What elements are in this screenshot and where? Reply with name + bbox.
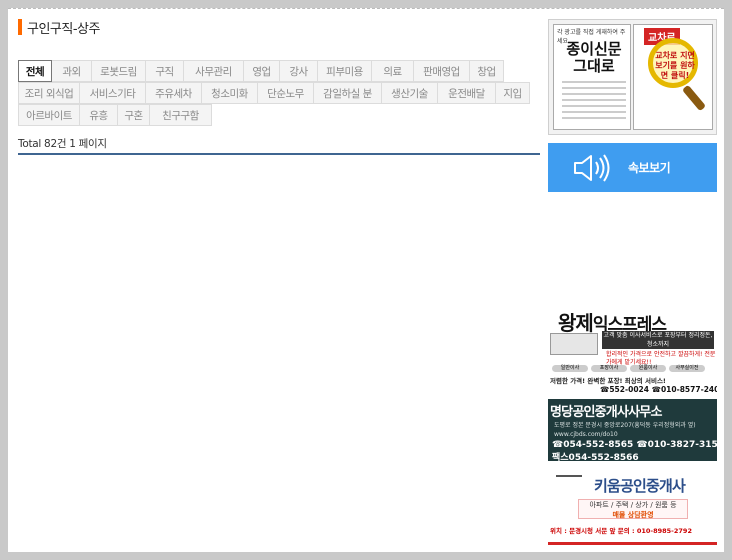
list-divider <box>18 153 540 155</box>
tab-food-service[interactable]: 조리 외식업 <box>18 82 80 104</box>
tab-skincare[interactable]: 피부미용 <box>318 60 372 82</box>
newspaper-banner[interactable]: 각 광고를 직접 게재하여 주세요 종이신문 그대로 교차로 교차로 지면 보기… <box>548 19 717 135</box>
tab-part-time[interactable]: 아르바이트 <box>18 104 80 126</box>
tab-sales[interactable]: 영업 <box>244 60 280 82</box>
tab-all[interactable]: 전체 <box>18 60 52 82</box>
tab-robot-dream[interactable]: 로봇드림 <box>92 60 146 82</box>
tab-instructor[interactable]: 강사 <box>280 60 318 82</box>
tab-row-3: 아르바이트 유흥 구혼 친구구함 <box>18 104 540 126</box>
title-accent-bar <box>18 19 22 35</box>
newspaper-page-left: 각 광고를 직접 게재하여 주세요 종이신문 그대로 <box>553 24 631 130</box>
page-title-text: 구인구직-상주 <box>27 21 100 37</box>
tab-cleaning[interactable]: 청소미화 <box>202 82 258 104</box>
ad-myeongdang-realty[interactable]: 명당공인중개사사무소 도평로 정본 문경시 중앙로207(흥덕동 우리정형외과 … <box>548 399 717 461</box>
tab-entertainment[interactable]: 유흥 <box>80 104 118 126</box>
page-frame: 구인구직-상주 전체 과외 로봇드림 구직 사무관리 영업 강사 피부미용 의료… <box>8 8 724 552</box>
tab-labor[interactable]: 단순노무 <box>258 82 314 104</box>
ad-realty1-info: 도평로 정본 문경시 중앙로207(흥덕동 우리정형외과 옆) www.cjbd… <box>554 422 696 438</box>
tab-office[interactable]: 사무관리 <box>184 60 244 82</box>
tab-driving-delivery[interactable]: 운전배달 <box>438 82 496 104</box>
tab-row-2: 조리 외식업 서비스기타 주유세차 청소미화 단순노무 감일하실 분 생산기술 … <box>18 82 540 104</box>
service-chip: 포장이사 <box>591 365 627 372</box>
ad-moving-services: 일반이사 포장이사 원룸이사 사무실이전 <box>552 365 705 372</box>
tab-retail-sales[interactable]: 판매영업 <box>414 60 470 82</box>
tab-friends[interactable]: 친구구함 <box>150 104 212 126</box>
ad-realty2-footer: 위치 : 문경시청 서문 앞 문의 : 010-8985-2792 <box>550 527 692 535</box>
ad-moving-phones: ☎552-0024 ☎010-8577-2401 <box>600 385 717 394</box>
tab-startup[interactable]: 창업 <box>470 60 504 82</box>
category-tabs: 전체 과외 로봇드림 구직 사무관리 영업 강사 피부미용 의료 판매영업 창업… <box>18 60 540 126</box>
ad-realty2-name: 키움공인중개사 <box>594 477 686 495</box>
magnifier-text: 교차로 지면 보기를 원하면 클릭! <box>655 51 695 80</box>
tab-marriage[interactable]: 구혼 <box>118 104 150 126</box>
tab-service-etc[interactable]: 서비스기타 <box>80 82 146 104</box>
service-chip: 원룸이사 <box>630 365 666 372</box>
page-title: 구인구직-상주 <box>18 19 100 37</box>
tab-row-1: 전체 과외 로봇드림 구직 사무관리 영업 강사 피부미용 의료 판매영업 창업 <box>18 60 540 82</box>
ad-realty1-fax: 팩스054-552-8566 <box>552 453 639 461</box>
ad-moving-sub: 고객 맞춤 이사서비스로 포장부터 정리정돈, 청소까지 <box>602 331 714 349</box>
tab-consignment[interactable]: 지입 <box>496 82 530 104</box>
newspaper-text-lines <box>562 81 626 123</box>
tab-gas-carwash[interactable]: 주유세차 <box>146 82 202 104</box>
tab-medical[interactable]: 의료 <box>372 60 414 82</box>
newspaper-headline: 종이신문 그대로 <box>566 40 622 75</box>
ad-realty2-box: 아파트 / 주택 / 상가 / 원룸 등 매물 상담환영 <box>578 499 688 519</box>
service-chip: 사무실이전 <box>669 365 705 372</box>
total-count: Total 82건 1 페이지 <box>18 138 107 150</box>
ad-moving-company[interactable]: 왕제익스프레스 고객 맞춤 이사서비스로 포장부터 정리정돈, 청소까지 합리적… <box>548 305 717 395</box>
tab-job-seeking[interactable]: 구직 <box>146 60 184 82</box>
tab-tutoring[interactable]: 과외 <box>52 60 92 82</box>
ad-realty1-phones: ☎054-552-8565 ☎010-3827-3150 <box>552 440 717 450</box>
flash-news-label: 속보보기 <box>628 161 671 175</box>
truck-icon <box>550 333 598 355</box>
house-logo-icon <box>556 475 582 495</box>
service-chip: 일반이사 <box>552 365 588 372</box>
ad-realty1-name: 명당공인중개사사무소 <box>550 405 662 420</box>
speaker-icon <box>574 153 610 182</box>
ad-kium-realty[interactable]: 키움공인중개사 아파트 / 주택 / 상가 / 원룸 등 매물 상담환영 위치 … <box>548 471 717 545</box>
ad-moving-tagline: 저렴한 가격! 완벽한 포장! 최상의 서비스! <box>550 377 666 385</box>
tab-production[interactable]: 생산기술 <box>382 82 438 104</box>
flash-news-button[interactable]: 속보보기 <box>548 143 717 192</box>
tab-part-time-workers[interactable]: 감일하실 분 <box>314 82 382 104</box>
